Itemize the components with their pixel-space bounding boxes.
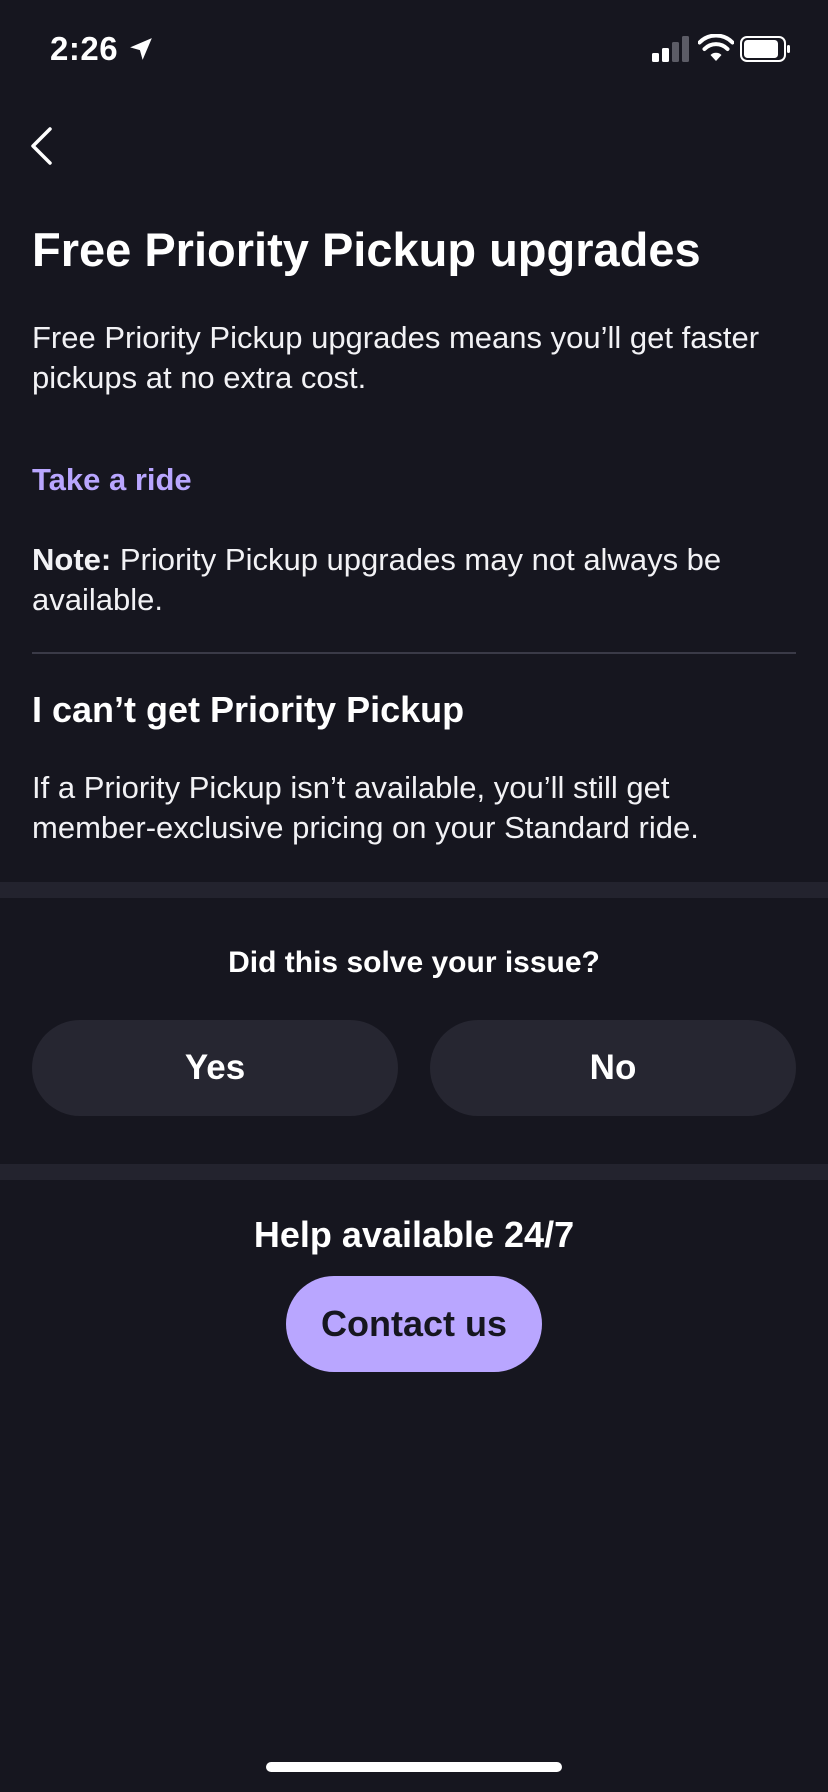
chevron-left-icon <box>31 127 52 165</box>
help-heading: Help available 24/7 <box>253 1214 575 1255</box>
home-indicator <box>266 1762 562 1772</box>
location-arrow-icon <box>130 38 152 60</box>
feedback-question: Did this solve your issue? <box>228 946 600 979</box>
status-bar: 2:26 <box>0 0 828 100</box>
section-separator <box>0 1164 828 1180</box>
note-text: Note: Priority Pickup upgrades may not a… <box>32 540 792 620</box>
battery-icon <box>740 36 790 62</box>
take-a-ride-link[interactable]: Take a ride <box>32 462 192 498</box>
note-body: Priority Pickup upgrades may not always … <box>32 542 722 617</box>
intro-text: Free Priority Pickup upgrades means you’… <box>32 320 760 395</box>
section-heading: I can’t get Priority Pickup <box>32 689 465 730</box>
cellular-signal-icon <box>652 36 689 62</box>
yes-button[interactable]: Yes <box>32 1020 398 1116</box>
contact-us-button[interactable]: Contact us <box>286 1276 542 1372</box>
page-title: Free Priority Pickup upgrades <box>32 223 701 276</box>
section-text: If a Priority Pickup isn’t available, yo… <box>32 770 699 845</box>
no-button[interactable]: No <box>430 1020 796 1116</box>
note-label: Note: <box>32 542 112 577</box>
section-separator <box>0 882 828 898</box>
status-time: 2:26 <box>50 30 119 67</box>
wifi-icon <box>698 34 734 61</box>
back-button[interactable] <box>20 110 80 170</box>
divider <box>32 652 796 654</box>
